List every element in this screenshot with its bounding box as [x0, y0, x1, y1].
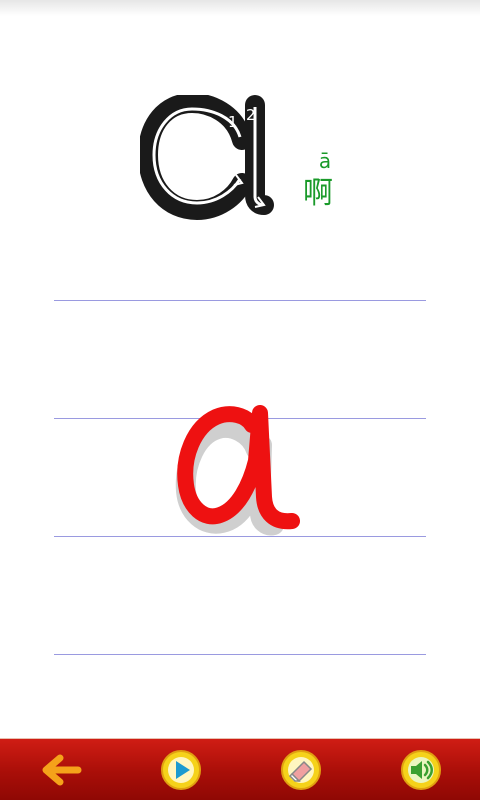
- stroke-number-2: 2: [246, 106, 256, 124]
- stroke-number-1: 1: [228, 113, 238, 131]
- play-icon: [161, 750, 201, 790]
- speaker-icon: [401, 750, 441, 790]
- guide-line-top: [54, 300, 426, 301]
- eraser-button[interactable]: [278, 747, 324, 793]
- writing-canvas[interactable]: [170, 395, 320, 545]
- bottom-toolbar: [0, 738, 480, 800]
- sound-button[interactable]: [398, 747, 444, 793]
- status-shadow: [0, 0, 480, 16]
- letter-writing-screen: 1 2 ā 啊: [0, 0, 480, 800]
- hanzi-label: 啊: [303, 176, 333, 211]
- back-button[interactable]: [38, 747, 84, 793]
- pinyin-label: ā: [318, 149, 332, 173]
- play-button[interactable]: [158, 747, 204, 793]
- arrow-left-icon: [42, 754, 82, 786]
- guide-line-bottom: [54, 654, 426, 655]
- eraser-icon: [281, 750, 321, 790]
- letter-demo: 1 2 ā 啊: [140, 95, 350, 225]
